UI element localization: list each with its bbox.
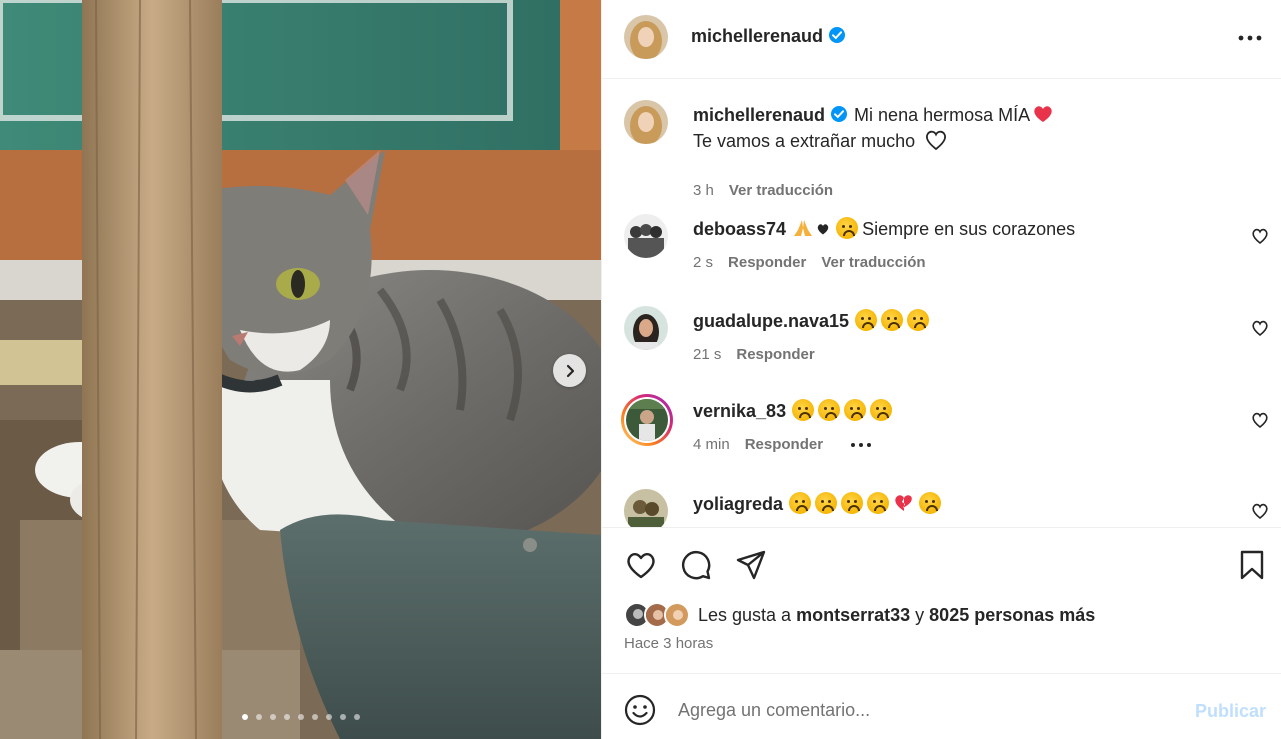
- sad-face-emoji-icon: [844, 399, 867, 421]
- likes-summary[interactable]: Les gusta a montserrat33 y 8025 personas…: [624, 602, 1095, 628]
- caption-time: 3 h: [693, 182, 714, 199]
- post-details-panel: michellerenaud michellerenaud Mi nena her…: [601, 0, 1281, 739]
- likes-text: Les gusta a montserrat33 y 8025 personas…: [698, 605, 1095, 626]
- white-heart-emoji-icon: [926, 130, 947, 151]
- comment-username[interactable]: yoliagreda: [693, 494, 783, 514]
- post-actions: Les gusta a montserrat33 y 8025 personas…: [602, 527, 1281, 673]
- like-comment-heart-icon[interactable]: [1251, 227, 1269, 245]
- next-photo-button[interactable]: [553, 354, 586, 387]
- sad-face-emoji-icon: [815, 492, 838, 514]
- like-comment-heart-icon[interactable]: [1251, 502, 1269, 520]
- share-icon: [736, 550, 766, 580]
- caption-line-2: Te vamos a extrañar mucho: [693, 131, 916, 151]
- sad-face-emoji-icon: [870, 399, 893, 421]
- sad-face-emoji-icon: [836, 217, 859, 239]
- sad-face-emoji-icon: [841, 492, 864, 514]
- comment-meta: 21 s Responder: [693, 346, 830, 363]
- emoji-icon[interactable]: [624, 694, 656, 726]
- carousel-dot: [284, 714, 290, 720]
- more-options-icon[interactable]: [850, 442, 872, 448]
- comment-text: guadalupe.nava15: [693, 308, 933, 334]
- post-photo[interactable]: [0, 0, 601, 739]
- comment-time: 4 min: [693, 436, 730, 453]
- chevron-right-icon: [566, 364, 574, 377]
- caption-line-1: Mi nena hermosa MÍA: [854, 105, 1031, 125]
- save-button[interactable]: [1235, 548, 1269, 582]
- black-heart-emoji-icon: [817, 224, 829, 235]
- comment-text: yoliagreda: [693, 491, 945, 517]
- carousel-dot: [242, 714, 248, 720]
- liker-avatars: [624, 602, 694, 628]
- caption-meta: 3 h Ver traducción: [693, 182, 848, 199]
- carousel-indicator: [242, 714, 360, 720]
- comment-input[interactable]: [678, 692, 1178, 728]
- carousel-dot: [354, 714, 360, 720]
- caption-text: michellerenaud Mi nena hermosa MÍA Te vam…: [693, 102, 1054, 154]
- sad-face-emoji-icon: [855, 309, 878, 331]
- comment-time: 2 s: [693, 254, 714, 271]
- sad-face-emoji-icon: [907, 309, 930, 331]
- comment-text: vernika_83: [693, 398, 896, 424]
- carousel-dot: [270, 714, 276, 720]
- sad-face-emoji-icon: [881, 309, 904, 331]
- sad-face-emoji-icon: [867, 492, 890, 514]
- more-options-button[interactable]: [1238, 27, 1262, 49]
- more-options-icon: [1238, 35, 1262, 41]
- carousel-dot: [340, 714, 346, 720]
- reply-link[interactable]: Responder: [745, 436, 823, 453]
- comment-username[interactable]: deboass74: [693, 219, 786, 239]
- see-translation-link[interactable]: Ver traducción: [821, 254, 925, 271]
- comment-icon: [681, 550, 711, 580]
- comment-username[interactable]: vernika_83: [693, 401, 786, 421]
- sad-face-emoji-icon: [919, 492, 942, 514]
- story-ring-avatar[interactable]: [621, 394, 673, 446]
- share-button[interactable]: [734, 548, 768, 582]
- comment-time: 21 s: [693, 346, 722, 363]
- sad-face-emoji-icon: [789, 492, 812, 514]
- comment-username[interactable]: guadalupe.nava15: [693, 311, 849, 331]
- broken-heart-emoji-icon: [895, 495, 912, 511]
- verified-badge-icon: [829, 27, 846, 43]
- carousel-dot: [256, 714, 262, 720]
- comment-composer: Publicar: [602, 673, 1281, 739]
- bookmark-icon: [1240, 550, 1264, 580]
- author-avatar[interactable]: [624, 15, 668, 59]
- commenter-avatar[interactable]: [624, 306, 668, 350]
- likes-prefix: Les gusta a: [698, 604, 792, 625]
- like-comment-heart-icon[interactable]: [1251, 319, 1269, 337]
- carousel-dot: [326, 714, 332, 720]
- likes-count[interactable]: 8025 personas más: [929, 605, 1095, 625]
- heart-icon: [627, 552, 655, 579]
- likes-connector: y: [915, 604, 925, 625]
- comment-meta: 4 min Responder: [693, 436, 872, 453]
- carousel-dot: [298, 714, 304, 720]
- carousel-dot: [312, 714, 318, 720]
- comments-list[interactable]: michellerenaud Mi nena hermosa MÍA Te vam…: [602, 80, 1281, 527]
- sad-face-emoji-icon: [818, 399, 841, 421]
- reply-link[interactable]: Responder: [728, 254, 806, 271]
- commenter-avatar[interactable]: [624, 489, 668, 527]
- like-comment-heart-icon[interactable]: [1251, 411, 1269, 429]
- red-heart-emoji-icon: [1034, 106, 1052, 122]
- caption-username[interactable]: michellerenaud: [693, 105, 848, 125]
- liker-username[interactable]: montserrat33: [796, 605, 910, 625]
- like-button[interactable]: [624, 548, 658, 582]
- reply-link[interactable]: Responder: [736, 346, 814, 363]
- author-username[interactable]: michellerenaud: [691, 26, 846, 47]
- post-header: michellerenaud: [602, 0, 1281, 79]
- comment-text: deboass74 Siempre en sus corazones: [693, 216, 1075, 242]
- cat-photo-image: [0, 0, 601, 739]
- comment-body: Siempre en sus corazones: [862, 219, 1076, 239]
- sad-face-emoji-icon: [792, 399, 815, 421]
- author-avatar[interactable]: [624, 100, 668, 144]
- liker-avatar: [664, 602, 690, 628]
- praying-hands-emoji-icon: [794, 220, 813, 236]
- comment-button[interactable]: [679, 548, 713, 582]
- commenter-avatar[interactable]: [624, 214, 668, 258]
- see-translation-link[interactable]: Ver traducción: [729, 182, 833, 199]
- publish-button[interactable]: Publicar: [1195, 701, 1266, 722]
- verified-badge-icon: [831, 106, 848, 122]
- comment-meta: 2 s Responder Ver traducción: [693, 254, 941, 271]
- post-timestamp: Hace 3 horas: [624, 635, 714, 652]
